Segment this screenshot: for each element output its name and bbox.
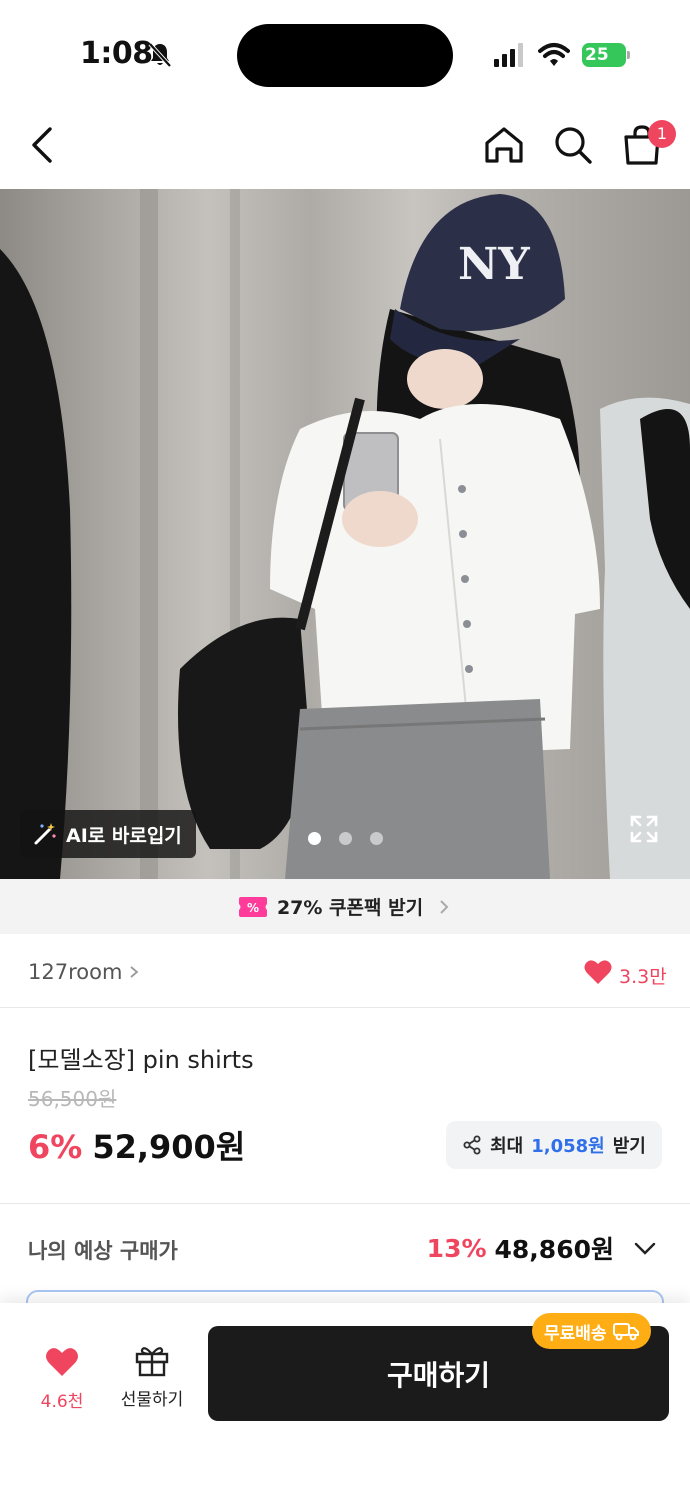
share-suffix: 받기 bbox=[612, 1136, 646, 1157]
fullscreen-expand-icon[interactable] bbox=[628, 813, 660, 845]
section-divider bbox=[0, 1203, 690, 1204]
wifi-icon bbox=[538, 43, 570, 66]
share-icon bbox=[463, 1135, 481, 1155]
free-shipping-badge: 무료배송 bbox=[532, 1313, 651, 1349]
estimated-discount: 13% bbox=[426, 1233, 487, 1263]
carousel-dot[interactable] bbox=[370, 832, 383, 845]
wishlist-button[interactable]: 4.6천 bbox=[26, 1343, 98, 1415]
estimated-price-label: 나의 예상 구매가 bbox=[28, 1239, 178, 1263]
magic-wand-icon bbox=[34, 823, 56, 845]
free-shipping-label: 무료배송 bbox=[544, 1323, 607, 1344]
discount-rate: 6% bbox=[28, 1128, 83, 1166]
svg-text:NY: NY bbox=[458, 239, 530, 290]
cart-count-badge: 1 bbox=[648, 120, 676, 148]
chevron-right-icon bbox=[440, 899, 449, 914]
original-price: 56,500원 bbox=[28, 1087, 117, 1111]
ai-try-on-label: AI로 바로입기 bbox=[66, 824, 182, 847]
heart-icon[interactable] bbox=[584, 959, 612, 985]
dynamic-island bbox=[237, 24, 453, 87]
carousel-dot[interactable] bbox=[339, 832, 352, 845]
gift-button[interactable]: 선물하기 bbox=[112, 1343, 192, 1415]
estimated-price-toggle[interactable]: 13% 48,860원 bbox=[427, 1230, 658, 1266]
carousel-dot[interactable] bbox=[308, 832, 321, 845]
battery-tip bbox=[627, 51, 630, 59]
price-row: 6% 52,900원 bbox=[28, 1122, 245, 1168]
status-time: 1:08 bbox=[80, 36, 153, 71]
product-name: [모델소장] pin shirts bbox=[28, 1046, 254, 1074]
ai-try-on-button[interactable]: AI로 바로입기 bbox=[20, 810, 196, 858]
estimated-price: 48,860원 bbox=[494, 1235, 614, 1264]
delivery-truck-icon bbox=[612, 1323, 639, 1341]
top-navigation bbox=[0, 105, 690, 189]
share-amount: 1,058원 bbox=[531, 1136, 605, 1157]
battery-indicator: 25 bbox=[582, 43, 630, 67]
search-icon[interactable] bbox=[551, 123, 595, 167]
share-prefix: 최대 bbox=[490, 1136, 524, 1157]
carousel-dots bbox=[308, 832, 383, 845]
coupon-icon: % bbox=[238, 896, 267, 917]
shop-name[interactable]: 127room bbox=[28, 960, 122, 984]
gift-label: 선물하기 bbox=[120, 1390, 184, 1410]
home-icon[interactable] bbox=[482, 123, 526, 167]
wishlist-count: 4.6천 bbox=[40, 1392, 84, 1412]
battery-level: 25 bbox=[582, 43, 626, 67]
chevron-down-icon bbox=[634, 1242, 656, 1255]
shop-like-count: 3.3만 bbox=[619, 966, 667, 988]
chevron-right-icon bbox=[130, 966, 139, 978]
bell-muted-icon bbox=[148, 42, 172, 68]
shop-row[interactable]: 127room 3.3만 bbox=[0, 934, 690, 1008]
product-photo: NY bbox=[0, 189, 690, 879]
coupon-pack-banner[interactable]: % 27% 쿠폰팩 받기 bbox=[0, 879, 690, 934]
heart-icon bbox=[46, 1348, 78, 1376]
gift-icon bbox=[135, 1347, 169, 1377]
back-arrow-icon[interactable] bbox=[22, 123, 66, 167]
coupon-text: 27% 쿠폰팩 받기 bbox=[276, 897, 424, 919]
sale-price: 52,900원 bbox=[92, 1128, 246, 1166]
svg-text:%: % bbox=[247, 901, 259, 915]
share-reward-button[interactable]: 최대 1,058원 받기 bbox=[446, 1121, 662, 1169]
status-bar: 1:08 25 bbox=[0, 0, 690, 105]
cellular-signal-icon bbox=[494, 43, 523, 67]
product-image-carousel[interactable]: NY bbox=[0, 189, 690, 879]
